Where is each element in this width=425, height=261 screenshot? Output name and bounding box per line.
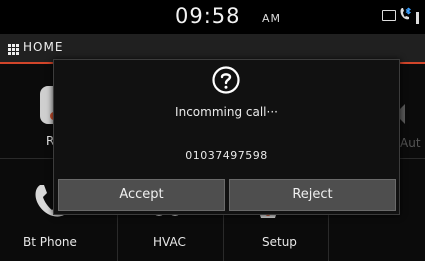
dialog-message: Incomming call··· — [175, 105, 278, 119]
accept-button[interactable]: Accept — [58, 179, 225, 211]
head-unit-screen: 09:58 AM HOME R Aut Bt Phone HVAC Setup … — [0, 0, 425, 261]
incoming-call-dialog: Incomming call··· 01037497598 Accept Rej… — [53, 59, 400, 215]
clock-ampm: AM — [262, 12, 282, 25]
tile-hvac-label: HVAC — [153, 235, 186, 249]
status-bar: 09:58 AM — [0, 0, 425, 34]
tile-setup-label: Setup — [262, 235, 297, 249]
grid-menu-icon — [8, 44, 19, 55]
clock-time: 09:58 — [175, 4, 241, 28]
battery-icon — [382, 10, 396, 21]
reject-button[interactable]: Reject — [229, 179, 396, 211]
signal-icon — [416, 9, 425, 24]
bluetooth-phone-icon — [399, 6, 413, 26]
question-icon — [212, 66, 240, 94]
tile-bt-phone-label: Bt Phone — [23, 235, 77, 249]
caller-number: 01037497598 — [185, 149, 268, 162]
tile-audio-label: Aut — [400, 136, 421, 150]
home-label: HOME — [23, 40, 64, 54]
